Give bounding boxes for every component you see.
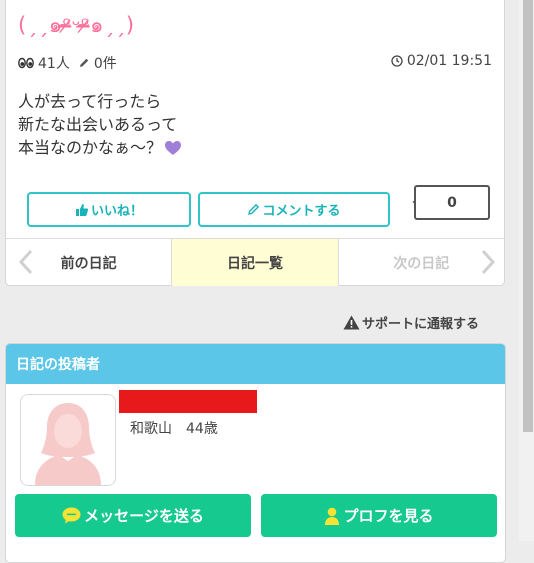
person-silhouette-icon <box>35 403 101 485</box>
comment-button-label: コメントする <box>262 204 341 219</box>
report-link[interactable]: サポートに通報する <box>343 313 479 332</box>
pencil-icon <box>78 57 90 69</box>
diary-body-line: 新たな出会いあるって <box>18 115 178 134</box>
chevron-left-icon <box>18 249 34 279</box>
author-location-age: 和歌山 44歳 <box>130 421 218 437</box>
diary-stats: 41人 0件 <box>18 53 117 73</box>
post-date: 02/01 19:51 <box>391 53 492 69</box>
diary-body-line-text: 本当なのかなぁ～？ <box>18 138 163 157</box>
author-section-header: 日記の投稿者 <box>6 344 505 384</box>
person-icon <box>324 507 340 525</box>
view-profile-label: プロフを見る <box>343 507 434 525</box>
diary-body-line: 人が去って行ったら <box>18 92 162 111</box>
report-label: サポートに通報する <box>362 317 480 332</box>
diary-list-link[interactable]: 日記一覧 <box>171 239 339 286</box>
redacted-username <box>119 390 257 413</box>
author-section-title: 日記の投稿者 <box>16 357 100 373</box>
next-diary-link[interactable]: 次の日記 <box>339 239 504 286</box>
diary-title-kaomoji: (ˏˏ๑ᵒ̴̶̷ᵕᵒ̴̶̷๑ˏˏ) <box>18 13 135 37</box>
prev-diary-label: 前の日記 <box>60 255 117 272</box>
diary-body-line: 本当なのかなぁ～？ <box>18 136 182 162</box>
post-date-text: 02/01 19:51 <box>406 53 492 69</box>
diary-list-label: 日記一覧 <box>226 255 283 272</box>
comment-button[interactable]: コメントする <box>198 192 390 227</box>
author-card: 日記の投稿者 和歌山 44歳 メッセージを送る プロフを見る <box>5 343 506 563</box>
like-button[interactable]: いいね！ <box>27 192 191 227</box>
diary-card: (ˏˏ๑ᵒ̴̶̷ᵕᵒ̴̶̷๑ˏˏ) 41人 0件 02/01 19:51 人が去… <box>5 0 505 286</box>
next-diary-label: 次の日記 <box>393 255 450 272</box>
scrollbar-thumb[interactable] <box>523 0 533 432</box>
warning-icon <box>343 315 360 330</box>
like-count-bubble: 0 <box>414 185 490 220</box>
send-message-button[interactable]: メッセージを送る <box>15 494 251 537</box>
pencil-icon <box>247 203 260 216</box>
comment-count: 0件 <box>93 56 117 72</box>
eyes-icon <box>18 57 34 69</box>
view-count: 41人 <box>38 56 70 72</box>
send-message-label: メッセージを送る <box>84 507 204 525</box>
diary-navigation: 前の日記 日記一覧 次の日記 <box>6 238 504 286</box>
avatar[interactable] <box>20 394 116 486</box>
chevron-right-icon <box>480 249 496 279</box>
prev-diary-link[interactable]: 前の日記 <box>6 239 171 286</box>
speech-bubble-icon <box>62 507 81 524</box>
like-count: 0 <box>447 194 457 211</box>
thumbs-up-icon <box>75 203 89 217</box>
clock-icon <box>391 55 403 67</box>
view-profile-button[interactable]: プロフを見る <box>261 494 497 537</box>
heart-icon <box>164 139 182 162</box>
like-button-label: いいね！ <box>90 204 143 219</box>
diary-body: 人が去って行ったら 新たな出会いあるって 本当なのかなぁ～？ <box>18 90 182 162</box>
